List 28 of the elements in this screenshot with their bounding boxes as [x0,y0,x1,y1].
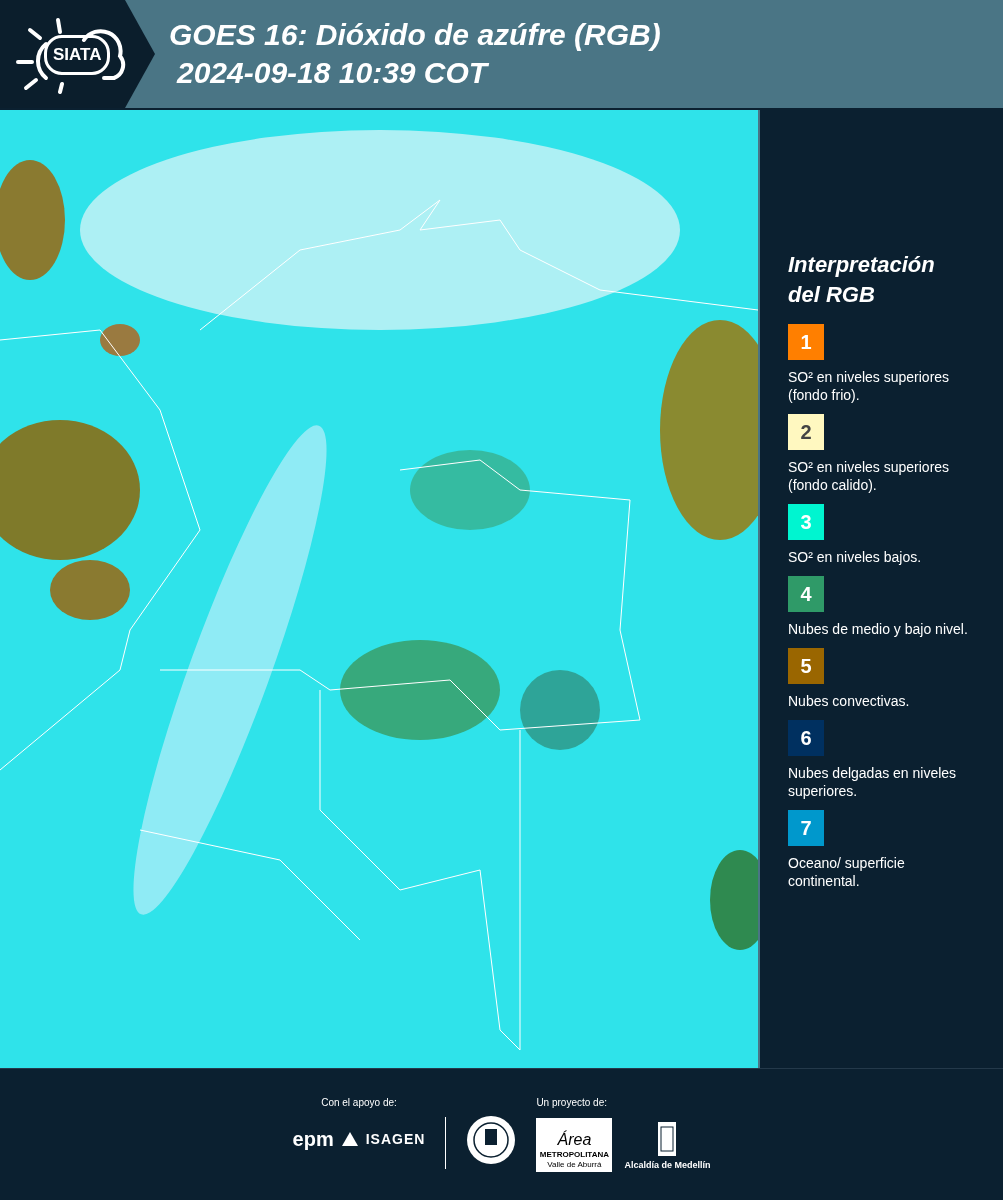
triangle-logo-icon [341,1132,358,1146]
legend-swatch: 2 [788,414,824,450]
legend-swatch: 4 [788,576,824,612]
project-label: Un proyecto de: [536,1096,607,1110]
legend-description: SO² en niveles superiores (fondo calido). [788,458,951,494]
legend-swatch: 7 [788,810,824,846]
seal-icon [466,1115,517,1165]
legend-description: Nubes convectivas. [788,692,911,710]
logo-text: SIATA [44,35,111,75]
legend-swatch: 1 [788,324,824,360]
sun-cloud-icon [16,16,126,94]
legend-description: Nubes de medio y bajo nivel. [788,620,968,638]
page-title: GOES 16: Dióxido de azúfre (RGB) [169,17,661,53]
legend-description: SO² en niveles bajos. [788,548,923,566]
legend-title: Interpretación del RGB [788,251,936,309]
legend-swatch: 6 [788,720,824,756]
legend-swatch: 3 [788,504,824,540]
coat-of-arms-icon [657,1120,678,1157]
isagen-logo: ISAGEN [365,1129,426,1149]
legend-description: Nubes delgadas en niveles superiores. [788,764,958,800]
support-label: Con el apoyo de: [321,1096,397,1110]
epm-logo: epm [292,1127,334,1152]
legend-description: Oceano/ superficie continental. [788,854,906,890]
legend-swatch: 5 [788,648,824,684]
alcaldia-label: Alcaldía de Medellín [624,1158,711,1172]
timestamp: 2024-09-18 10:39 COT [175,55,490,91]
area-logo: Área METROPOLITANA Valle de Aburrá [536,1118,613,1172]
legend-description: SO² en niveles superiores (fondo frio). [788,368,951,404]
